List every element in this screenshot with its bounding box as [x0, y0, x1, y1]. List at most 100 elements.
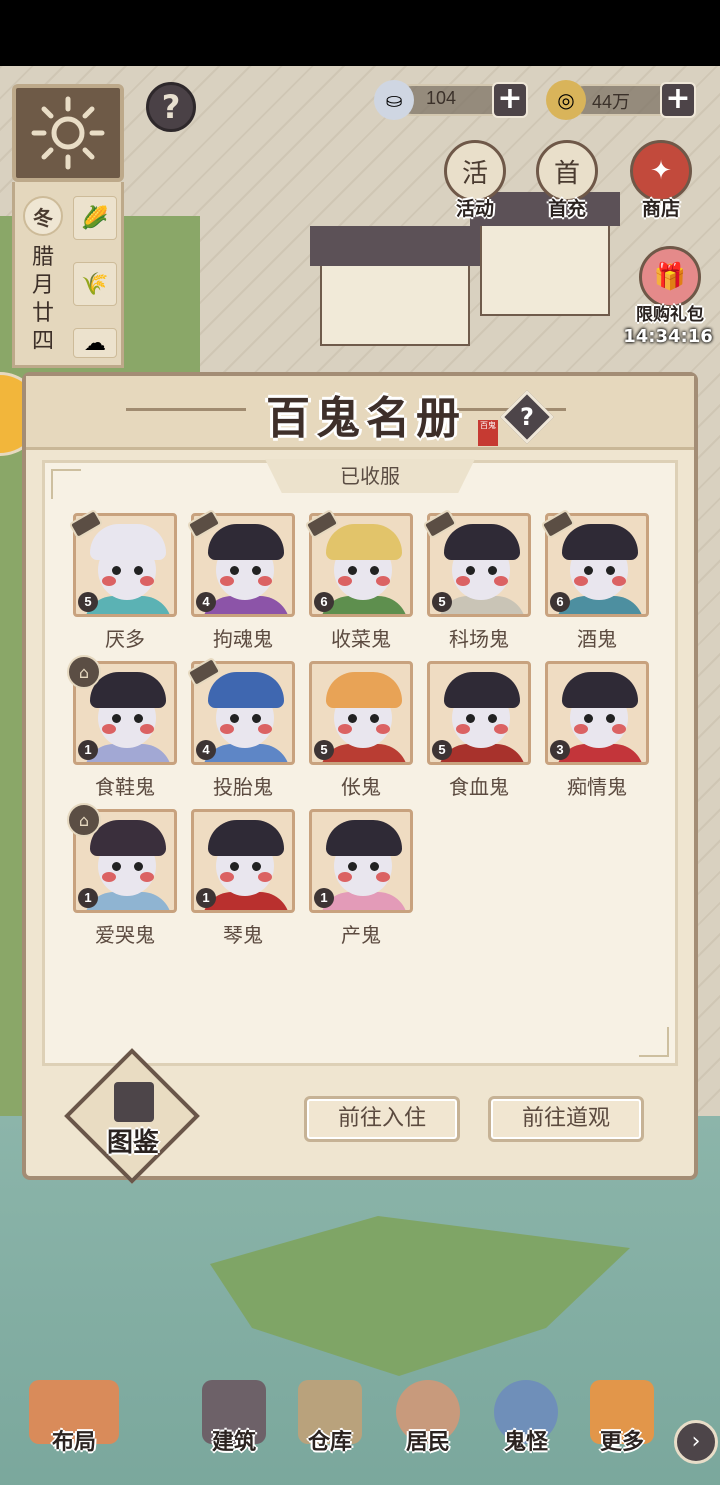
ghost-level: 5: [78, 592, 98, 612]
house[interactable]: [480, 216, 610, 316]
modal-footer: 图鉴 前往入住 前往道观: [26, 1048, 694, 1184]
coin-currency: ◎ 44万 +: [546, 80, 696, 120]
nav-more[interactable]: 更多: [574, 1360, 670, 1478]
shop-button[interactable]: ✦ 商店: [622, 140, 700, 230]
ghost-blush: [612, 576, 626, 586]
ghost-name: 爱哭鬼: [95, 923, 155, 947]
ghost-blush: [220, 724, 234, 734]
limited-pack-button[interactable]: 🎁 限购礼包: [622, 246, 718, 336]
nav-build[interactable]: 建筑: [186, 1360, 282, 1478]
weather-sun-button[interactable]: [12, 84, 124, 182]
ghost-eye: [252, 566, 261, 575]
ghost-blush: [376, 724, 390, 734]
ghost-name: 收菜鬼: [331, 627, 391, 651]
ghost-card[interactable]: 1 琴鬼: [191, 809, 295, 949]
ghost-blush: [258, 724, 272, 734]
ghost-blush: [140, 872, 154, 882]
modal-title: 百鬼名册: [266, 393, 466, 444]
go-move-in-button[interactable]: 前往入住: [304, 1096, 460, 1142]
ghost-blush: [258, 576, 272, 586]
ghost-level: 1: [78, 888, 98, 908]
ghost-card[interactable]: 1 ⌂ 食鞋鬼: [67, 655, 177, 801]
ghost-name: 厌多: [105, 627, 145, 651]
ghost-blush: [494, 724, 508, 734]
ghost-blush: [220, 576, 234, 586]
ghost-blush: [376, 576, 390, 586]
tab-collected[interactable]: 已收服: [265, 459, 475, 493]
ghost-card[interactable]: 5 伥鬼: [309, 661, 413, 801]
nav-layout[interactable]: 布局: [14, 1360, 134, 1478]
ghost-list-panel: 已收服 5 厌多 4 拘魂鬼 6 收菜鬼 5 科场鬼 6 酒鬼 1 ⌂ 食鞋鬼 4 投胎鬼 5 伥鬼 5 食血鬼 3 痴…: [42, 459, 678, 1066]
ghost-card[interactable]: 3 痴情鬼: [545, 661, 649, 801]
ghost-name: 食血鬼: [449, 775, 509, 799]
help-button[interactable]: ?: [146, 82, 196, 132]
silver-currency: ⛀ 104 +: [374, 80, 528, 120]
first-recharge-button[interactable]: 首 首充: [528, 140, 606, 230]
ghost-card[interactable]: 4 拘魂鬼: [186, 508, 295, 653]
shop-label: 商店: [641, 198, 680, 220]
ghost-eye: [112, 714, 121, 723]
nav-layout-label: 布局: [51, 1430, 96, 1455]
ghost-blush: [456, 576, 470, 586]
money-bag-icon: 首: [536, 140, 598, 202]
ghost-card[interactable]: 4 投胎鬼: [186, 656, 295, 801]
ghost-blush: [140, 724, 154, 734]
house[interactable]: [320, 256, 470, 346]
nav-residents[interactable]: 居民: [380, 1360, 476, 1478]
ghost-blush: [338, 576, 352, 586]
ghost-level: 6: [550, 592, 570, 612]
ghost-card[interactable]: 1 ⌂ 爱哭鬼: [67, 803, 177, 949]
ghost-hair: [90, 524, 166, 560]
nav-warehouse[interactable]: 仓库: [282, 1360, 378, 1478]
ghost-card[interactable]: 6 酒鬼: [540, 508, 649, 653]
nav-residents-label: 居民: [405, 1430, 450, 1455]
shop-icon: ✦: [630, 140, 692, 202]
ghost-eye: [466, 566, 475, 575]
ghost-hair: [208, 672, 284, 708]
ghost-blush: [574, 724, 588, 734]
go-temple-button[interactable]: 前往道观: [488, 1096, 644, 1142]
ghost-card[interactable]: 5 食血鬼: [427, 661, 531, 801]
activity-button[interactable]: 活 活动: [436, 140, 514, 230]
add-coins-button[interactable]: +: [660, 82, 696, 118]
ghost-hair: [90, 820, 166, 856]
ghost-hair: [326, 672, 402, 708]
ghost-card[interactable]: 6 收菜鬼: [304, 508, 413, 653]
ghost-level: 4: [196, 592, 216, 612]
ghost-hair: [208, 820, 284, 856]
ghost-name: 产鬼: [341, 923, 381, 947]
ghost-card[interactable]: 5 科场鬼: [422, 508, 531, 653]
ghost-card[interactable]: 1 产鬼: [309, 809, 413, 949]
ghost-eye: [606, 714, 615, 723]
first-recharge-label: 首充: [547, 198, 586, 220]
ghost-name: 拘魂鬼: [213, 627, 273, 651]
silver-amount: 104: [425, 88, 457, 108]
ghost-card[interactable]: 5 厌多: [68, 508, 177, 653]
ghost-hair: [326, 820, 402, 856]
activity-label: 活动: [455, 198, 494, 220]
crop-wheat-icon[interactable]: 🌾: [73, 262, 117, 306]
nav-warehouse-label: 仓库: [307, 1430, 352, 1455]
ghost-level: 1: [314, 888, 334, 908]
nav-next-arrow-icon[interactable]: ›: [674, 1420, 718, 1464]
ghost-eye: [134, 566, 143, 575]
corner-ornament: [51, 469, 81, 499]
ghost-eye: [370, 714, 379, 723]
title-seal: 百鬼: [478, 420, 498, 446]
ghost-eye: [230, 566, 239, 575]
modal-help-button[interactable]: ?: [500, 390, 554, 444]
ghost-eye: [370, 862, 379, 871]
ghost-blush: [258, 872, 272, 882]
weather-cloud-icon[interactable]: ☁: [73, 328, 117, 358]
ghost-portrait: 1: [309, 809, 413, 913]
add-silver-button[interactable]: +: [492, 82, 528, 118]
ghost-blush: [456, 724, 470, 734]
ghost-eye: [134, 862, 143, 871]
ghost-hair: [208, 524, 284, 560]
ghost-blush: [376, 872, 390, 882]
nav-ghosts[interactable]: 鬼怪: [478, 1360, 574, 1478]
activity-scroll-icon: 活: [444, 140, 506, 202]
ghost-blush: [140, 576, 154, 586]
crop-corn-icon[interactable]: 🌽: [73, 196, 117, 240]
ghost-level: 5: [432, 740, 452, 760]
